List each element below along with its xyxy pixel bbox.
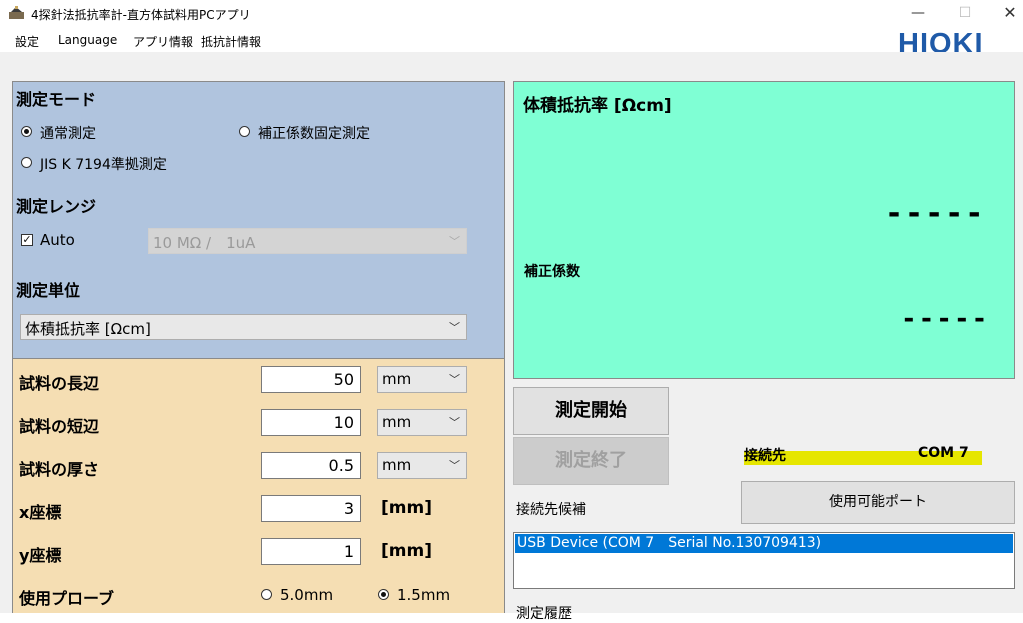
y-coordinate-unit: [mm] [381,541,432,561]
sample-width-unit: mm [382,413,412,431]
measure-mode-title: 測定モード [16,90,97,109]
app-icon [9,6,24,19]
mode-jis-radio[interactable] [21,157,32,168]
sample-length-unit: mm [382,370,412,388]
window-title: 4探針法抵抗率計-直方体試料用PCアプリ [31,8,251,22]
sample-panel: 試料の長辺 50 mm ﹀ 試料の短辺 10 mm ﹀ 試料の厚さ 0.5 mm… [12,359,505,613]
sample-thickness-label: 試料の厚さ [19,460,100,479]
mode-normal-radio[interactable] [21,126,32,137]
measure-unit-title: 測定単位 [16,281,81,300]
x-coordinate-unit: [mm] [381,498,432,518]
x-coordinate-input[interactable]: 3 [261,495,361,522]
connection-candidates-list[interactable]: USB Device (COM 7 Serial No.130709413) [513,532,1015,589]
y-coordinate-label: y座標 [19,546,62,565]
available-ports-button[interactable]: 使用可能ポート [741,481,1015,524]
unit-select-value: 体積抵抗率 [Ωcm] [25,320,151,338]
auto-range-label: Auto [40,231,75,249]
sample-thickness-input[interactable]: 0.5 [261,452,361,479]
menu-meter-info[interactable]: 抵抗計情報 [201,33,261,50]
range-select[interactable]: 10 MΩ / 1uA ﹀ [148,228,467,254]
chevron-down-icon: ﹀ [449,321,460,334]
menu-bar: 設定 Language アプリ情報 抵抗計情報 [0,28,1023,52]
history-label: 測定履歴 [516,606,572,622]
x-coordinate-label: x座標 [19,503,62,522]
title-bar: 4探針法抵抗率計-直方体試料用PCアプリ — ☐ ✕ [0,0,1023,28]
mode-fixed-correction-radio[interactable] [239,126,250,137]
menu-language[interactable]: Language [58,33,117,47]
range-select-value: 10 MΩ / 1uA [153,234,256,252]
y-coordinate-input[interactable]: 1 [261,538,361,565]
minimize-button[interactable]: — [898,2,938,26]
menu-app-info[interactable]: アプリ情報 [133,33,193,50]
sample-width-unit-select[interactable]: mm ﹀ [377,409,467,436]
probe-5mm-label: 5.0mm [280,586,334,604]
list-item[interactable]: USB Device (COM 7 Serial No.130709413) [515,534,1013,553]
chevron-down-icon: ﹀ [449,459,460,472]
sample-length-input[interactable]: 50 [261,366,361,393]
probe-1_5mm-radio[interactable] [378,589,389,600]
chevron-down-icon: ﹀ [449,235,460,248]
sample-width-input[interactable]: 10 [261,409,361,436]
measurement-settings-panel: 測定モード 通常測定 補正係数固定測定 JIS K 7194準拠測定 測定レンジ… [12,81,505,359]
result-title: 体積抵抗率 [Ωcm] [523,96,672,116]
chevron-down-icon: ﹀ [449,373,460,386]
connection-candidates-label: 接続先候補 [516,502,586,518]
sample-length-unit-select[interactable]: mm ﹀ [377,366,467,393]
mode-jis-label: JIS K 7194準拠測定 [40,157,167,173]
connection-port: COM 7 [918,445,969,461]
measure-range-title: 測定レンジ [16,197,97,216]
stop-measurement-button[interactable]: 測定終了 [513,437,669,485]
sample-thickness-unit-select[interactable]: mm ﹀ [377,452,467,479]
sample-length-label: 試料の長辺 [19,374,100,393]
close-button[interactable]: ✕ [990,2,1023,26]
mode-normal-label: 通常測定 [40,126,96,142]
sample-width-label: 試料の短辺 [19,417,100,436]
auto-range-checkbox[interactable]: ✓ [21,234,33,246]
correction-factor-value: ----- [901,304,990,334]
menu-settings[interactable]: 設定 [15,33,39,50]
unit-select[interactable]: 体積抵抗率 [Ωcm] ﹀ [20,314,467,340]
correction-factor-label: 補正係数 [524,264,580,280]
probe-5mm-radio[interactable] [261,589,272,600]
mode-fixed-correction-label: 補正係数固定測定 [258,126,370,142]
probe-1_5mm-label: 1.5mm [397,586,451,604]
maximize-button[interactable]: ☐ [945,2,985,26]
sample-thickness-unit: mm [382,456,412,474]
chevron-down-icon: ﹀ [449,416,460,429]
probe-label: 使用プローブ [19,589,115,608]
result-panel: 体積抵抗率 [Ωcm] ----- 補正係数 ----- [513,81,1015,379]
connection-label: 接続先 [744,448,786,464]
result-value: ----- [885,196,986,231]
start-measurement-button[interactable]: 測定開始 [513,387,669,435]
